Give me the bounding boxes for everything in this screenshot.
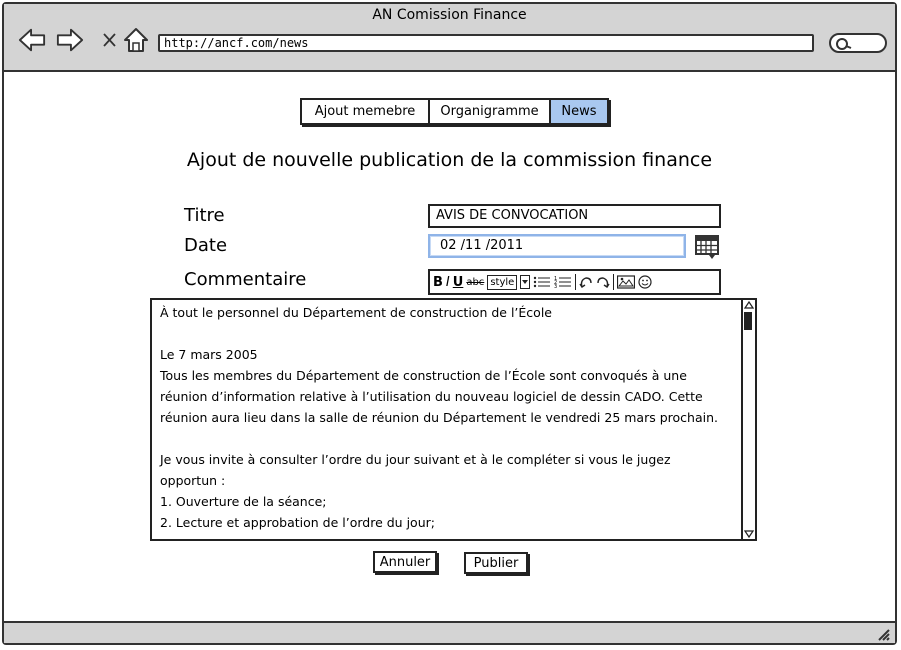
tab-organigramme[interactable]: Organigramme: [428, 98, 551, 125]
svg-text:3: 3: [554, 284, 557, 289]
forward-arrow-icon[interactable]: [56, 26, 84, 54]
underline-button[interactable]: U: [453, 275, 464, 290]
back-arrow-icon[interactable]: [18, 26, 46, 54]
smiley-icon[interactable]: [638, 275, 652, 289]
cancel-button[interactable]: Annuler: [373, 551, 437, 573]
publish-button[interactable]: Publier: [464, 552, 528, 574]
comment-line: 1. Ouverture de la séance;: [160, 494, 327, 509]
titre-input[interactable]: AVIS DE CONVOCATION: [428, 204, 721, 228]
comment-editor[interactable]: À tout le personnel du Département de co…: [150, 298, 757, 541]
bullet-list-icon[interactable]: [533, 275, 551, 289]
comment-line: Tous les membres du Département de const…: [160, 368, 687, 383]
browser-titlebar: AN Comission Finance http://ancf.com/new…: [4, 4, 895, 72]
commentaire-label: Commentaire: [184, 269, 307, 290]
redo-icon[interactable]: [596, 275, 610, 289]
search-icon: [836, 38, 852, 50]
style-dropdown[interactable]: style: [487, 274, 518, 290]
tab-ajout-membre[interactable]: Ajout memebre: [300, 98, 430, 125]
style-dropdown-label: style: [490, 276, 515, 288]
window-title: AN Comission Finance: [372, 7, 527, 23]
comment-line: [160, 428, 735, 449]
calendar-icon[interactable]: [695, 234, 721, 260]
close-icon[interactable]: [96, 26, 124, 54]
comment-line: réunion d’information relative à l’utili…: [160, 389, 703, 404]
tab-bar: Ajout memebre Organigramme News: [300, 98, 609, 125]
page-title: Ajout de nouvelle publication de la comm…: [186, 149, 713, 171]
status-bar: [4, 621, 895, 643]
url-bar[interactable]: http://ancf.com/news: [158, 34, 814, 52]
bold-button[interactable]: B: [433, 275, 443, 290]
comment-line: [160, 323, 735, 344]
date-label: Date: [184, 235, 228, 256]
comment-line: Le 7 mars 2005: [160, 347, 258, 362]
resize-grip-icon[interactable]: [875, 627, 891, 641]
date-input[interactable]: 02 /11 /2011: [428, 234, 686, 258]
browser-window: AN Comission Finance http://ancf.com/new…: [2, 2, 897, 645]
image-icon[interactable]: [617, 275, 636, 289]
toolbar-separator: [575, 274, 577, 290]
comment-line: À tout le personnel du Département de co…: [160, 305, 552, 320]
chevron-down-icon[interactable]: [520, 275, 531, 289]
comment-line: opportun :: [160, 473, 226, 488]
search-box[interactable]: [829, 33, 887, 53]
numbered-list-icon[interactable]: 1 2 3: [554, 275, 572, 289]
comment-line: réunion aura lieu dans la salle de réuni…: [160, 410, 718, 425]
scrollbar-thumb[interactable]: [744, 312, 752, 330]
scroll-down-icon[interactable]: [744, 529, 754, 539]
undo-icon[interactable]: [579, 275, 593, 289]
italic-button[interactable]: I: [446, 275, 450, 290]
comment-text: À tout le personnel du Département de co…: [160, 302, 735, 533]
comment-line: 2. Lecture et approbation de l’ordre du …: [160, 515, 435, 530]
titre-label: Titre: [184, 205, 225, 226]
scroll-up-icon[interactable]: [744, 300, 754, 310]
home-icon[interactable]: [122, 26, 150, 54]
editor-scrollbar[interactable]: [741, 300, 755, 539]
comment-line: Je vous invite à consulter l’ordre du jo…: [160, 452, 671, 467]
tab-news[interactable]: News: [549, 98, 609, 125]
strikethrough-button[interactable]: abc: [466, 277, 484, 288]
rich-text-toolbar: B I U abc style 1 2 3: [428, 269, 721, 295]
toolbar-separator: [613, 274, 615, 290]
